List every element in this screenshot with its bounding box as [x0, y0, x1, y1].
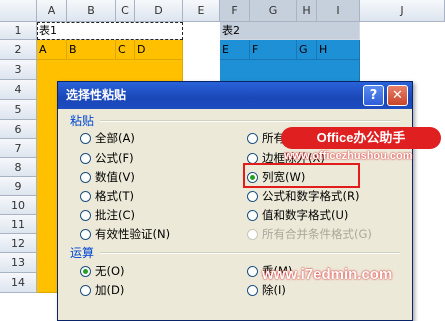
column-header-h[interactable]: H [297, 0, 317, 22]
column-header-a[interactable]: A [37, 0, 67, 22]
operation-option-divide[interactable]: 除(I) [247, 282, 286, 298]
table1-header-a[interactable]: A [37, 40, 67, 60]
radio-icon [247, 266, 258, 277]
column-header-b[interactable]: B [67, 0, 116, 22]
paste-group-label: 粘贴 [70, 114, 95, 128]
close-button[interactable]: ✕ [387, 85, 408, 106]
row-header-5[interactable]: 5 [0, 100, 37, 120]
paste-group-divider [100, 120, 400, 122]
operation-group-label: 运算 [70, 246, 95, 260]
row-header-8[interactable]: 8 [0, 158, 37, 177]
table1-title[interactable]: 表1 [37, 22, 183, 40]
radio-icon [247, 229, 258, 240]
row-header-11[interactable]: 11 [0, 215, 37, 234]
row-header-13[interactable]: 13 [0, 253, 37, 273]
paste-option-formulas-and-number-formats[interactable]: 公式和数字格式(R) [247, 188, 359, 204]
radio-icon [80, 153, 91, 164]
radio-icon [247, 153, 258, 164]
radio-icon [80, 172, 91, 183]
operation-option-add[interactable]: 加(D) [80, 282, 124, 298]
row-header-7[interactable]: 7 [0, 139, 37, 158]
column-header-j[interactable]: J [360, 0, 445, 22]
radio-icon [247, 191, 258, 202]
radio-icon [80, 229, 91, 240]
radio-icon [247, 133, 258, 144]
operation-group-divider [100, 252, 400, 254]
column-header-c[interactable]: C [116, 0, 135, 22]
table2-header-h[interactable]: H [317, 40, 360, 60]
row-header-14[interactable]: 14 [0, 273, 37, 293]
column-header-d[interactable]: D [135, 0, 183, 22]
row-header-3[interactable]: 3 [0, 60, 37, 80]
paste-option-all-using-theme[interactable]: 所有 [247, 130, 285, 146]
column-header-i[interactable]: I [317, 0, 360, 22]
table2-header-e[interactable]: E [220, 40, 250, 60]
table2-header-f[interactable]: F [250, 40, 297, 60]
paste-option-formats[interactable]: 格式(T) [80, 188, 134, 204]
row-header-9[interactable]: 9 [0, 177, 37, 196]
table1-header-d[interactable]: D [135, 40, 183, 60]
radio-icon [80, 210, 91, 221]
paste-option-values[interactable]: 数值(V) [80, 169, 135, 185]
paste-option-formulas[interactable]: 公式(F) [80, 150, 134, 166]
table2-title[interactable]: 表2 [220, 22, 360, 40]
row-header-4[interactable]: 4 [0, 80, 37, 100]
table2-header-g[interactable]: G [297, 40, 317, 60]
select-all-corner[interactable] [0, 0, 37, 22]
watermark-site-i7edmin: www.i7edmin.com [262, 266, 393, 283]
watermark-site-officezhushou: www.officezhushou.com [284, 150, 413, 162]
dialog-titlebar[interactable]: 选择性粘贴 ? ✕ [58, 82, 412, 109]
column-header-e[interactable]: E [183, 0, 220, 22]
column-header-g[interactable]: G [250, 0, 297, 22]
watermark-badge: Office办公助手 [281, 127, 441, 149]
paste-special-dialog: 选择性粘贴 ? ✕ 粘贴 全部(A) 公式(F) 数值(V) 格式(T) 批注(… [57, 81, 413, 321]
row-header-2[interactable]: 2 [0, 40, 37, 60]
table1-header-b[interactable]: B [67, 40, 116, 60]
table1-header-c[interactable]: C [116, 40, 135, 60]
column-header-f[interactable]: F [220, 0, 250, 22]
radio-icon [80, 133, 91, 144]
radio-icon [80, 191, 91, 202]
radio-selected-icon [247, 172, 258, 183]
row-header-12[interactable]: 12 [0, 234, 37, 253]
radio-icon [247, 210, 258, 221]
radio-icon [247, 285, 258, 296]
radio-selected-icon [80, 266, 91, 277]
help-button[interactable]: ? [363, 85, 384, 106]
paste-option-values-and-number-formats[interactable]: 值和数字格式(U) [247, 207, 348, 223]
paste-option-all[interactable]: 全部(A) [80, 130, 135, 146]
row-header-10[interactable]: 10 [0, 196, 37, 215]
radio-icon [80, 285, 91, 296]
paste-option-merge-conditional-formats: 所有合并条件格式(G) [247, 226, 372, 242]
row-header-6[interactable]: 6 [0, 120, 37, 139]
row-header-1[interactable]: 1 [0, 22, 37, 40]
paste-option-comments[interactable]: 批注(C) [80, 207, 135, 223]
paste-option-validation[interactable]: 有效性验证(N) [80, 226, 170, 242]
paste-option-column-widths[interactable]: 列宽(W) [247, 169, 305, 185]
dialog-title: 选择性粘贴 [66, 88, 127, 102]
operation-option-none[interactable]: 无(O) [80, 263, 125, 279]
